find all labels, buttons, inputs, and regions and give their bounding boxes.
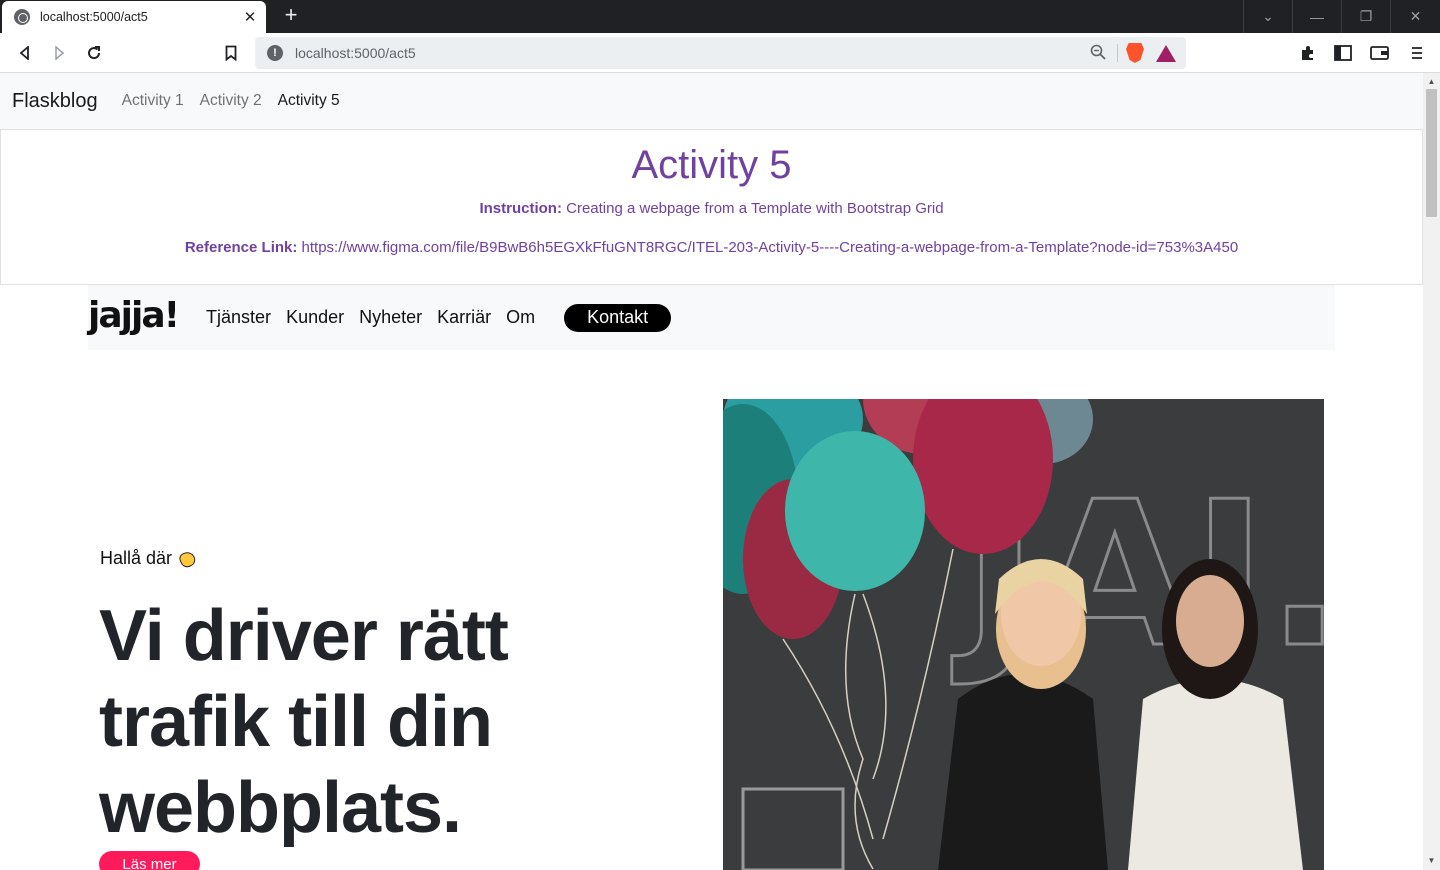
divider [1117, 44, 1118, 62]
tab-title: localhost:5000/act5 [40, 10, 148, 24]
brave-shields-icon[interactable] [1126, 43, 1144, 63]
restore-button[interactable]: ❐ [1341, 0, 1390, 33]
instruction-text: Creating a webpage from a Template with … [561, 200, 944, 217]
nav-link-kunder[interactable]: Kunder [286, 307, 344, 328]
url-text[interactable]: localhost:5000/act5 [295, 45, 1087, 61]
nav-link-karriar[interactable]: Karriär [437, 307, 491, 328]
forward-button[interactable] [46, 40, 72, 66]
reference-label: Reference Link: [184, 239, 298, 256]
instruction-label: Instruction: [479, 200, 562, 217]
bookmark-button[interactable] [218, 40, 244, 66]
nav-link-om[interactable]: Om [506, 307, 535, 328]
reload-icon [88, 46, 101, 60]
balloons-photo-illustration: JAJ. [723, 399, 1324, 870]
zoom-icon[interactable] [1087, 44, 1109, 63]
new-tab-button[interactable]: + [280, 4, 302, 26]
waving-hand-icon [177, 549, 198, 569]
back-button[interactable] [12, 40, 38, 66]
activity-header: Activity 5 Instruction: Creating a webpa… [0, 129, 1423, 285]
nav-link-nyheter[interactable]: Nyheter [359, 307, 422, 328]
wallet-button[interactable] [1367, 40, 1393, 66]
headline-line: trafik till din [99, 682, 493, 762]
forward-arrow-icon [55, 46, 65, 60]
sidebar-icon [1334, 45, 1352, 61]
puzzle-icon [1302, 46, 1313, 60]
browser-tabstrip: localhost:5000/act5 ✕ + ⌄ — ❐ ✕ [0, 0, 1440, 33]
greeting-text: Hallå där [100, 548, 173, 568]
flaskblog-navbar: Flaskblog Activity 1 Activity 2 Activity… [0, 73, 1423, 129]
reload-button[interactable] [81, 40, 107, 66]
extensions-button[interactable] [1295, 40, 1321, 66]
las-mer-button[interactable]: Läs mer [99, 851, 200, 870]
brave-rewards-icon[interactable] [1156, 44, 1176, 62]
hero-headline: Vi driver rätt trafik till din webbplats… [99, 593, 659, 851]
site-info-icon[interactable]: ! [267, 45, 283, 61]
page-viewport: Flaskblog Activity 1 Activity 2 Activity… [0, 73, 1423, 870]
globe-icon [14, 9, 30, 25]
flaskblog-brand[interactable]: Flaskblog [12, 90, 98, 113]
nav-link-activity-1[interactable]: Activity 1 [122, 92, 184, 110]
hero-greeting: Hallå där [100, 548, 198, 569]
page-title: Activity 5 [631, 143, 792, 187]
close-tab-icon[interactable]: ✕ [240, 8, 260, 26]
page-scrollbar[interactable]: ▲ ▼ [1423, 73, 1440, 870]
wallet-icon [1370, 46, 1389, 60]
nav-link-tjanster[interactable]: Tjänster [206, 307, 271, 328]
nav-link-activity-2[interactable]: Activity 2 [200, 92, 262, 110]
tab-search-button[interactable]: ⌄ [1243, 0, 1292, 33]
reference-link[interactable]: https://www.figma.com/file/B9BwB6h5EGXkF… [297, 239, 1239, 256]
hero-photo: JAJ. [723, 399, 1324, 870]
reference: Reference Link: https://www.figma.com/fi… [1, 239, 1422, 256]
back-arrow-icon [19, 46, 29, 60]
scrollbar-thumb[interactable] [1426, 89, 1437, 217]
sidebar-button[interactable] [1330, 40, 1356, 66]
nav-link-activity-5[interactable]: Activity 5 [278, 92, 340, 110]
browser-toolbar: ! localhost:5000/act5 [0, 33, 1440, 73]
browser-tab[interactable]: localhost:5000/act5 ✕ [2, 1, 266, 33]
scroll-down-arrow[interactable]: ▼ [1423, 854, 1440, 868]
address-bar[interactable]: ! localhost:5000/act5 [255, 37, 1186, 69]
menu-button[interactable] [1404, 40, 1430, 66]
close-window-button[interactable]: ✕ [1390, 0, 1440, 33]
site-navbar: jajja! Tjänster Kunder Nyheter Karriär O… [88, 285, 1335, 350]
kontakt-button[interactable]: Kontakt [564, 303, 672, 332]
jajja-logo[interactable]: jajja! [88, 295, 180, 336]
headline-line: webbplats. [99, 768, 462, 848]
instruction: Instruction: Creating a webpage from a T… [1, 200, 1422, 217]
scroll-up-arrow[interactable]: ▲ [1423, 75, 1440, 89]
hamburger-icon [1412, 47, 1422, 59]
minimize-button[interactable]: — [1292, 0, 1341, 33]
bookmark-icon [225, 45, 237, 61]
headline-line: Vi driver rätt [99, 596, 509, 676]
